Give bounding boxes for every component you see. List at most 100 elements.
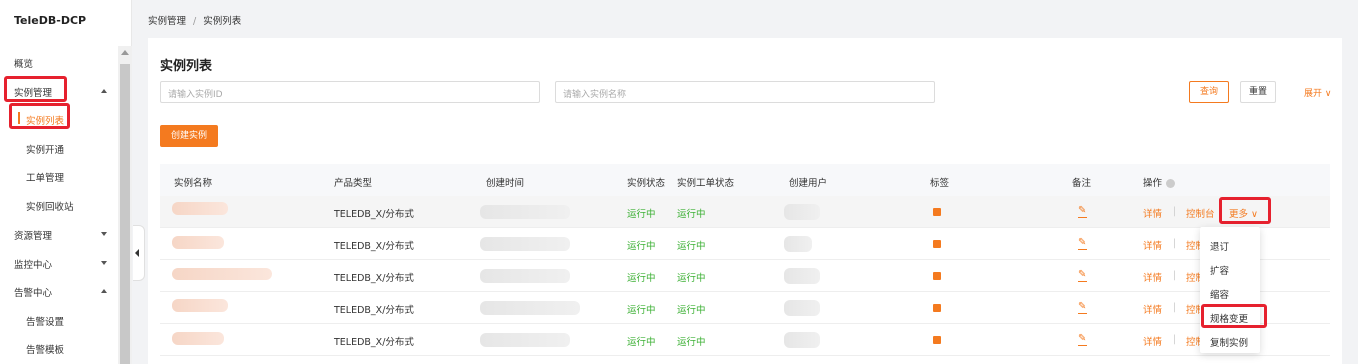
edit-icon[interactable]: ✎ — [1078, 333, 1088, 346]
detail-link[interactable]: 详情 — [1143, 238, 1162, 252]
instance-id-input[interactable]: 请输入实例ID — [160, 81, 540, 103]
col-product: 产品类型 — [334, 178, 373, 189]
sidebar-item-alarm[interactable]: 告警中心 — [14, 285, 52, 299]
tag-icon[interactable] — [933, 208, 941, 216]
table-row[interactable]: TELEDB_X/分布式 运行中 运行中 ✎ 详情 | 控制 — [160, 228, 1330, 260]
redacted-time — [480, 237, 570, 251]
chevron-up-icon[interactable] — [101, 289, 107, 293]
redacted-name — [172, 236, 224, 249]
chevron-down-icon[interactable] — [101, 232, 107, 236]
expand-label: 展开 — [1304, 89, 1323, 99]
product-type: TELEDB_X/分布式 — [334, 273, 414, 284]
redacted-time — [480, 205, 570, 219]
redacted-user — [784, 332, 820, 348]
detail-link[interactable]: 详情 — [1143, 334, 1162, 348]
menu-item-scale-down[interactable]: 缩容 — [1210, 287, 1229, 301]
detail-link[interactable]: 详情 — [1143, 302, 1162, 316]
tag-icon[interactable] — [933, 240, 941, 248]
create-instance-button[interactable]: 创建实例 — [160, 125, 218, 147]
redacted-name — [172, 268, 272, 280]
redacted-user — [784, 300, 820, 316]
ticket-status: 运行中 — [677, 241, 706, 252]
col-remark: 备注 — [1072, 178, 1092, 189]
edit-icon[interactable]: ✎ — [1078, 269, 1088, 282]
reset-button[interactable]: 重置 — [1240, 81, 1276, 103]
app-logo: TeleDB-DCP — [14, 14, 87, 27]
op-separator: | — [1173, 206, 1177, 217]
chevron-down-icon: ∨ — [1324, 89, 1332, 99]
redacted-time — [480, 301, 580, 315]
sidebar-item-instance-open[interactable]: 实例开通 — [26, 142, 64, 156]
redacted-time — [480, 333, 570, 347]
sidebar-item-recycle-bin[interactable]: 实例回收站 — [26, 199, 74, 213]
menu-item-unsubscribe[interactable]: 退订 — [1210, 239, 1229, 253]
scroll-up-icon[interactable] — [121, 50, 129, 55]
col-created: 创建时间 — [486, 178, 525, 189]
sidebar-item-alarm-templates[interactable]: 告警模板 — [26, 342, 64, 356]
sidebar-item-resource-mgmt[interactable]: 资源管理 — [14, 228, 52, 242]
edit-icon[interactable]: ✎ — [1078, 205, 1088, 218]
table-row[interactable]: TELEDB_X/分布式 运行中 运行中 ✎ 详情 | 控制 — [160, 260, 1330, 292]
sidebar-scrollbar[interactable] — [118, 46, 132, 364]
col-status: 实例状态 — [627, 178, 666, 189]
sidebar-item-ticket-mgmt[interactable]: 工单管理 — [26, 170, 64, 184]
main-panel: 实例列表 请输入实例ID 请输入实例名称 查询 重置 展开 ∨ 创建实例 实例名… — [148, 38, 1342, 364]
instance-status: 运行中 — [627, 337, 656, 348]
col-name: 实例名称 — [174, 178, 213, 189]
breadcrumb-separator: / — [193, 16, 197, 27]
instance-status: 运行中 — [627, 305, 656, 316]
redacted-name — [172, 202, 228, 215]
sidebar-item-overview[interactable]: 概览 — [14, 56, 33, 70]
console-link[interactable]: 控制台 — [1186, 206, 1215, 220]
product-type: TELEDB_X/分布式 — [334, 337, 414, 348]
highlight-box-spec-change — [1201, 304, 1267, 328]
ticket-status: 运行中 — [677, 209, 706, 220]
col-ops: 操作 — [1143, 175, 1176, 189]
product-type: TELEDB_X/分布式 — [334, 305, 414, 316]
edit-icon[interactable]: ✎ — [1078, 237, 1088, 250]
menu-item-copy-instance[interactable]: 复制实例 — [1210, 335, 1248, 349]
col-creator: 创建用户 — [789, 178, 828, 189]
table-row[interactable]: TELEDB_X/分布式 运行中 运行中 ✎ 详情 | 控制 — [160, 292, 1330, 324]
sidebar-collapse-toggle[interactable] — [133, 225, 145, 281]
info-icon[interactable] — [1166, 179, 1176, 188]
tag-icon[interactable] — [933, 272, 941, 280]
tag-icon[interactable] — [933, 336, 941, 344]
redacted-time — [480, 269, 570, 283]
col-ticket-status: 实例工单状态 — [677, 178, 735, 189]
query-button[interactable]: 查询 — [1189, 81, 1229, 103]
sidebar-item-alarm-settings[interactable]: 告警设置 — [26, 314, 64, 328]
edit-icon[interactable]: ✎ — [1078, 301, 1088, 314]
detail-link[interactable]: 详情 — [1143, 206, 1162, 220]
tag-icon[interactable] — [933, 304, 941, 312]
redacted-user — [784, 204, 820, 220]
ticket-status: 运行中 — [677, 273, 706, 284]
op-separator: | — [1173, 334, 1177, 345]
chevron-down-icon[interactable] — [101, 261, 107, 265]
product-type: TELEDB_X/分布式 — [334, 209, 414, 220]
redacted-name — [172, 332, 224, 345]
table-row[interactable]: TELEDB_X/分布式 运行中 运行中 ✎ 详情 | 控制台 更多 ∨ — [160, 196, 1330, 228]
ticket-status: 运行中 — [677, 337, 706, 348]
redacted-user — [784, 268, 820, 284]
col-ops-label: 操作 — [1143, 178, 1163, 189]
detail-link[interactable]: 详情 — [1143, 270, 1162, 284]
highlight-box-instance-list — [9, 103, 70, 129]
table-row[interactable]: TELEDB_X/分布式 运行中 运行中 ✎ 详情 | 控制 — [160, 324, 1330, 356]
menu-item-scale-up[interactable]: 扩容 — [1210, 263, 1229, 277]
breadcrumb-parent[interactable]: 实例管理 — [148, 16, 186, 27]
sidebar: TeleDB-DCP 概览 实例管理 实例列表 实例开通 工单管理 实例回收站 … — [0, 0, 132, 364]
highlight-box-instance-mgmt — [4, 76, 67, 102]
expand-toggle[interactable]: 展开 ∨ — [1304, 86, 1331, 99]
scrollbar-thumb[interactable] — [120, 64, 130, 364]
instance-name-input[interactable]: 请输入实例名称 — [555, 81, 935, 103]
col-tag: 标签 — [930, 178, 950, 189]
chevron-up-icon[interactable] — [101, 89, 107, 93]
product-type: TELEDB_X/分布式 — [334, 241, 414, 252]
chevron-left-icon[interactable] — [135, 249, 139, 257]
ticket-status: 运行中 — [677, 305, 706, 316]
instance-status: 运行中 — [627, 273, 656, 284]
breadcrumb-current: 实例列表 — [203, 16, 242, 27]
op-separator: | — [1173, 302, 1177, 313]
sidebar-item-monitor[interactable]: 监控中心 — [14, 257, 52, 271]
